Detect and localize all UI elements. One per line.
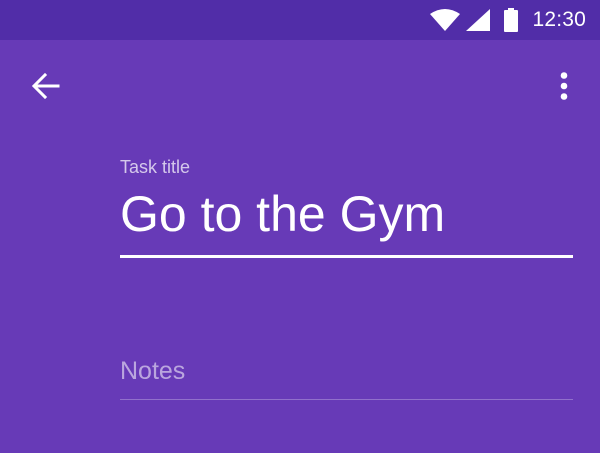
- status-icons: 12:30: [430, 0, 586, 40]
- signal-icon: [466, 9, 491, 31]
- battery-icon: [504, 8, 519, 32]
- task-title-label: Task title: [120, 157, 191, 177]
- notes-field: Notes: [120, 350, 573, 400]
- more-vert-icon: [560, 71, 568, 105]
- notes-input[interactable]: Notes: [120, 350, 573, 400]
- arrow-left-icon: [31, 72, 60, 105]
- status-time: 12:30: [532, 8, 586, 31]
- status-bar: 12:30: [0, 0, 600, 40]
- task-edit-screen: 12:30 Task title Go to the Gym Notes: [0, 0, 600, 453]
- wifi-icon: [430, 9, 461, 31]
- overflow-menu-button[interactable]: [540, 64, 588, 112]
- task-title-input[interactable]: Go to the Gym: [120, 184, 573, 258]
- back-button[interactable]: [22, 64, 70, 112]
- task-title-field: Task title Go to the Gym: [120, 150, 573, 258]
